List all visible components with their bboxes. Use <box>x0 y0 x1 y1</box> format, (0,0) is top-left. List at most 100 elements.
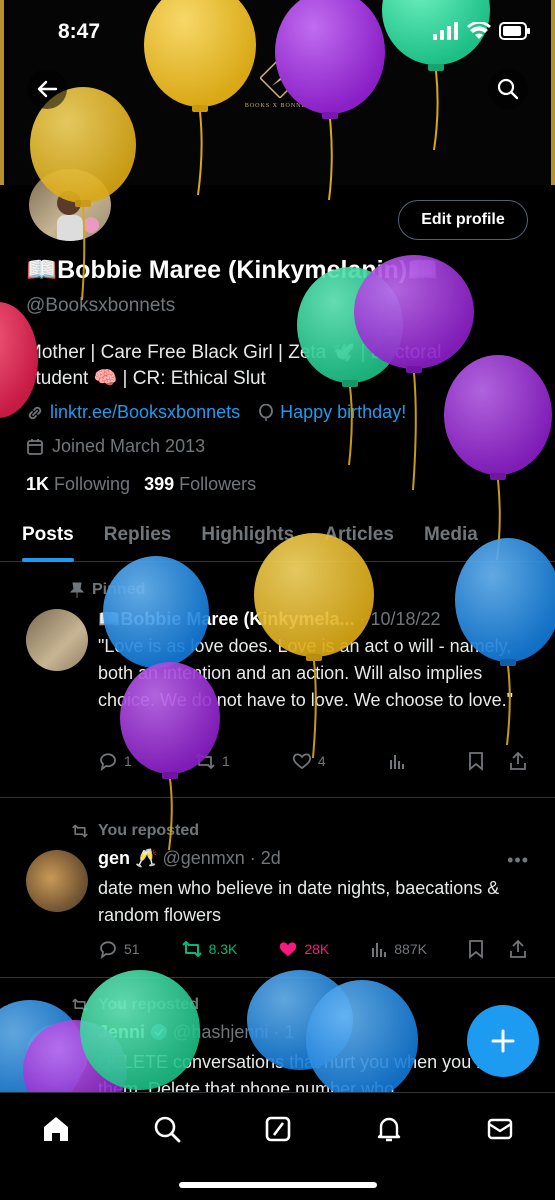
analytics-icon <box>372 943 387 957</box>
search-icon <box>497 78 519 100</box>
profile-link-text[interactable]: linktr.ee/Booksxbonnets <box>50 402 240 423</box>
post-extra-actions <box>468 939 528 959</box>
post-pinned[interactable]: Pinned 📖Bobbie Maree (Kinkymela... · 10/… <box>0 563 555 798</box>
reply-icon <box>100 941 116 959</box>
repost-count: 1 <box>221 753 230 769</box>
bookmark-icon[interactable] <box>468 939 484 959</box>
verified-badge-icon <box>151 1024 168 1040</box>
heart-icon <box>280 942 297 956</box>
home-icon <box>43 1117 68 1141</box>
bookmark-icon[interactable] <box>468 751 484 771</box>
repost-icon <box>195 753 215 769</box>
repost-icon <box>72 998 88 1012</box>
post-context: You reposted <box>70 822 199 840</box>
like-button[interactable]: 4 <box>292 751 326 771</box>
nav-home[interactable] <box>36 1109 76 1149</box>
search-icon <box>154 1116 180 1143</box>
joined-date: Joined March 2013 <box>26 436 205 457</box>
analytics-icon <box>389 755 404 769</box>
tab-posts[interactable]: Posts <box>22 510 74 562</box>
post-date: · 10/18/22 <box>359 609 441 629</box>
more-options-icon[interactable]: ••• <box>507 850 529 871</box>
nav-messages[interactable] <box>480 1109 520 1149</box>
bottom-navigation <box>0 1092 555 1200</box>
profile-meta: linktr.ee/Booksxbonnets Happy birthday! <box>26 402 406 423</box>
post-author[interactable]: gen 🥂 <box>98 848 157 868</box>
tab-media[interactable]: Media <box>424 510 478 561</box>
heart-icon <box>292 753 312 770</box>
post-header: gen 🥂 @genmxn · 2d <box>98 848 281 869</box>
repost-count: 8.3K <box>208 941 238 957</box>
share-icon[interactable] <box>508 751 528 771</box>
post-context-label: You reposted <box>98 822 200 839</box>
calendar-icon <box>27 438 43 455</box>
link-icon <box>28 406 42 419</box>
share-icon[interactable] <box>508 939 528 959</box>
status-bar: 8:47 <box>0 0 555 64</box>
joined-text: Joined March 2013 <box>52 436 206 456</box>
followers-label: Followers <box>179 474 257 494</box>
post-author[interactable]: Jenni <box>98 1022 145 1042</box>
post-header: Jenni @hashjenni · 1 <box>98 1022 294 1043</box>
repost-button[interactable]: 1 <box>194 751 230 771</box>
balloon-icon <box>259 403 274 421</box>
pin-icon <box>70 582 84 598</box>
post-actions: 1 1 4 <box>98 751 528 771</box>
reply-button[interactable]: 1 <box>98 751 132 771</box>
back-button[interactable] <box>27 69 67 109</box>
reply-count: 1 <box>124 753 132 769</box>
quill-icon <box>259 57 301 99</box>
repost-button[interactable]: 8.3K <box>181 939 238 959</box>
followers-count: 399 <box>144 474 175 494</box>
wifi-icon <box>467 22 491 39</box>
nav-notifications[interactable] <box>369 1109 409 1149</box>
edit-profile-button[interactable]: Edit profile <box>398 200 528 240</box>
views-button[interactable]: 887K <box>370 940 427 958</box>
nav-explore[interactable] <box>147 1109 187 1149</box>
profile-avatar[interactable] <box>26 166 114 244</box>
mail-icon <box>487 1118 512 1140</box>
views-button[interactable] <box>388 752 406 770</box>
like-button[interactable]: 28K <box>278 939 329 959</box>
post-context-label: Pinned <box>92 581 146 598</box>
following-link[interactable]: 1K Following <box>26 474 130 495</box>
profile-name: 📖Bobbie Maree (Kinkymelanin)📖 <box>26 256 439 284</box>
nav-grok[interactable] <box>258 1109 298 1149</box>
status-icons <box>433 22 531 40</box>
battery-icon <box>499 22 530 40</box>
repost-icon <box>181 941 202 957</box>
following-label: Following <box>54 474 131 494</box>
reply-count: 51 <box>124 941 140 957</box>
birthday[interactable]: Happy birthday! <box>258 402 406 423</box>
views-count: 887K <box>394 941 427 957</box>
profile-link[interactable]: linktr.ee/Booksxbonnets <box>26 402 240 423</box>
tab-articles[interactable]: Articles <box>324 510 394 561</box>
post-text: "Love is as love does. Love is an act o … <box>98 636 513 710</box>
profile-tabs: Posts Replies Highlights Articles Media <box>0 510 555 562</box>
post-avatar[interactable] <box>26 1024 88 1086</box>
tab-replies[interactable]: Replies <box>104 510 172 561</box>
birthday-text[interactable]: Happy birthday! <box>280 402 406 423</box>
post-avatar[interactable] <box>26 609 88 671</box>
post-header: 📖Bobbie Maree (Kinkymela... · 10/18/22 <box>98 609 441 630</box>
tab-highlights[interactable]: Highlights <box>201 510 294 561</box>
post-repost-gen[interactable]: You reposted gen 🥂 @genmxn · 2d ••• date… <box>0 798 555 978</box>
post-avatar[interactable] <box>26 850 88 912</box>
post-actions: 51 8.3K 28K 887K <box>98 939 528 959</box>
follow-stats: 1K Following 399 Followers <box>26 474 256 495</box>
repost-icon <box>72 824 88 838</box>
compose-post-button[interactable] <box>467 1005 539 1077</box>
following-count: 1K <box>26 474 50 494</box>
followers-link[interactable]: 399 Followers <box>144 474 256 495</box>
bell-icon <box>377 1117 400 1142</box>
like-count: 28K <box>304 941 330 957</box>
search-button[interactable] <box>488 69 528 109</box>
arrow-left-icon <box>37 80 58 98</box>
post-handle-date: @hashjenni · 1 <box>173 1022 295 1042</box>
grok-icon <box>265 1116 290 1142</box>
reply-button[interactable]: 51 <box>98 939 140 959</box>
like-count: 4 <box>317 753 326 769</box>
banner-logo: BOOKS X BONNETS <box>240 57 320 109</box>
post-text: date men who believe in date nights, bae… <box>98 878 500 925</box>
post-author[interactable]: 📖Bobbie Maree (Kinkymela... <box>98 609 354 629</box>
